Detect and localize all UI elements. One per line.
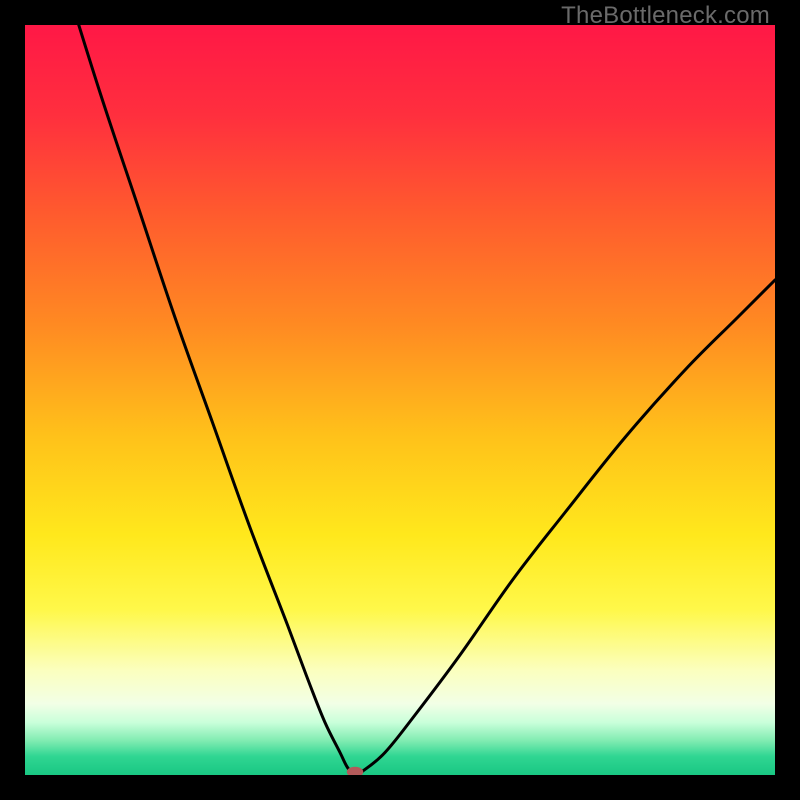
chart-frame — [25, 25, 775, 775]
bottleneck-chart — [25, 25, 775, 775]
watermark-text: TheBottleneck.com — [561, 2, 770, 30]
gradient-background — [25, 25, 775, 775]
